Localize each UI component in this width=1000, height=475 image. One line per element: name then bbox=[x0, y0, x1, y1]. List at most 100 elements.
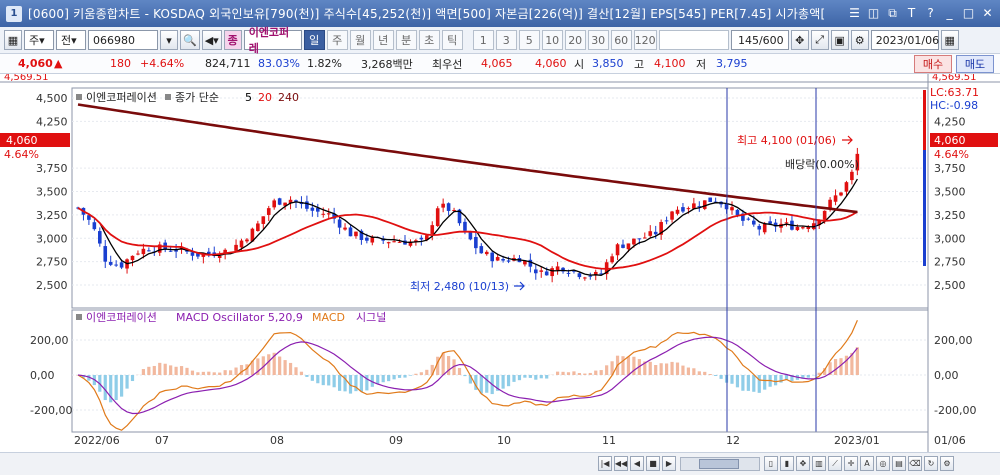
period-tick[interactable]: 틱 bbox=[441, 30, 463, 50]
menu-icon[interactable]: ☰ bbox=[846, 4, 863, 22]
candle-body bbox=[321, 213, 326, 215]
close-icon[interactable]: ✕ bbox=[979, 4, 996, 22]
buy-button[interactable]: 매수 bbox=[914, 55, 952, 73]
macd-osc-bar bbox=[338, 375, 342, 391]
count-field[interactable]: 145/600 bbox=[730, 30, 789, 50]
first-page-icon[interactable]: |◀ bbox=[598, 456, 612, 471]
period-second[interactable]: 초 bbox=[418, 30, 440, 50]
period-day[interactable]: 일 bbox=[303, 30, 325, 50]
period-year[interactable]: 년 bbox=[372, 30, 394, 50]
chart-area[interactable]: 4,569.51 4,569.51 4,500 4,250 3,750 3,500 3,… bbox=[0, 72, 1000, 454]
zoom-in-icon[interactable]: ▮ bbox=[780, 456, 794, 471]
quote-info-row: 4,060 ▲ 180 +4.64% 824,711 83.03% 1.82% … bbox=[0, 54, 1000, 74]
help-icon[interactable]: ? bbox=[922, 4, 939, 22]
minute-120[interactable]: 120 bbox=[633, 30, 657, 50]
grid-icon[interactable]: ▦ bbox=[4, 30, 22, 50]
range-select[interactable]: 전 ▾ bbox=[56, 30, 86, 50]
pan-icon[interactable]: ✥ bbox=[796, 456, 810, 471]
speaker-icon[interactable]: ◀▾ bbox=[201, 30, 222, 50]
save-icon[interactable]: ▣ bbox=[830, 30, 849, 50]
next-icon[interactable]: ▶ bbox=[662, 456, 676, 471]
custom-period-input[interactable] bbox=[658, 30, 729, 50]
bar-chart-icon[interactable]: ▥ bbox=[812, 456, 826, 471]
chart-svg[interactable]: 4,569.51 4,569.51 4,5004,2503,7503,5003,… bbox=[0, 72, 1000, 454]
refresh-icon[interactable]: ↻ bbox=[924, 456, 938, 471]
period-week[interactable]: 주 bbox=[326, 30, 348, 50]
macd-osc-bar bbox=[708, 374, 712, 375]
market-select[interactable]: 주 ▾ bbox=[24, 30, 54, 50]
candle-body bbox=[539, 270, 544, 272]
period-minute[interactable]: 분 bbox=[395, 30, 417, 50]
macd-osc-bar bbox=[414, 373, 418, 375]
candle-body bbox=[632, 238, 636, 245]
bid-price: 4,060 bbox=[535, 57, 567, 70]
high-annotation: 최고 4,100 (01/06) bbox=[737, 134, 836, 147]
price-right-tick: 3,000 bbox=[934, 232, 966, 245]
prev-icon[interactable]: ◀ bbox=[630, 456, 644, 471]
minimize-icon[interactable]: _ bbox=[941, 4, 958, 22]
minute-10[interactable]: 10 bbox=[541, 30, 563, 50]
minute-1[interactable]: 1 bbox=[472, 30, 494, 50]
maximize-icon[interactable]: □ bbox=[960, 4, 977, 22]
zoom-icon[interactable]: ⤢ bbox=[810, 30, 829, 50]
macd-osc-bar bbox=[501, 375, 505, 389]
minute-20[interactable]: 20 bbox=[564, 30, 586, 50]
candle-body bbox=[615, 244, 620, 256]
zoom-out-icon[interactable]: ▯ bbox=[764, 456, 778, 471]
minute-3[interactable]: 3 bbox=[495, 30, 517, 50]
macd-osc-bar bbox=[103, 375, 107, 401]
candle-body bbox=[277, 198, 282, 205]
date-field[interactable]: 2023/01/06 bbox=[870, 30, 939, 50]
split-icon[interactable]: ◫ bbox=[865, 4, 882, 22]
candle-body bbox=[768, 221, 772, 224]
text-icon[interactable]: T bbox=[903, 4, 920, 22]
candle-body bbox=[752, 220, 756, 225]
high-price: 4,100 bbox=[654, 57, 686, 70]
dropdown-icon[interactable]: ▾ bbox=[160, 30, 178, 50]
macd-osc-bar bbox=[681, 365, 685, 375]
candle-body bbox=[430, 225, 435, 234]
stock-code-input[interactable]: 066980 bbox=[88, 30, 158, 50]
macd-osc-bar bbox=[365, 375, 369, 391]
minute-5[interactable]: 5 bbox=[518, 30, 540, 50]
line-chart-icon[interactable]: ⟋ bbox=[828, 456, 842, 471]
sell-button[interactable]: 매도 bbox=[956, 55, 994, 73]
macd-osc-bar bbox=[125, 375, 129, 389]
preferred-stock-icon[interactable]: 종 bbox=[223, 30, 242, 50]
minute-60[interactable]: 60 bbox=[610, 30, 632, 50]
calendar-icon[interactable]: ▦ bbox=[940, 30, 959, 50]
candle-body bbox=[343, 227, 347, 230]
candle-body bbox=[664, 220, 669, 222]
horizontal-scrollbar[interactable] bbox=[680, 457, 760, 471]
candle-body bbox=[419, 237, 424, 240]
gear-icon[interactable]: ⚙ bbox=[850, 30, 869, 50]
candle-body bbox=[365, 237, 369, 241]
magnet-icon[interactable]: ◎ bbox=[876, 456, 890, 471]
prev-fast-icon[interactable]: ◀◀ bbox=[614, 456, 628, 471]
macd-osc-bar bbox=[506, 375, 511, 387]
macd-osc-bar bbox=[185, 367, 189, 375]
scroll-thumb[interactable] bbox=[699, 459, 739, 469]
minute-30[interactable]: 30 bbox=[587, 30, 609, 50]
candle-body bbox=[136, 253, 140, 255]
stop-icon[interactable]: ■ bbox=[646, 456, 660, 471]
lc-label: LC:63.71 bbox=[930, 86, 979, 99]
print-icon[interactable]: ▤ bbox=[892, 456, 906, 471]
x-label-10: 10 bbox=[497, 434, 511, 447]
chart-tool-icon[interactable]: ✥ bbox=[790, 30, 809, 50]
x-label-2022-06: 2022/06 bbox=[74, 434, 120, 447]
ask-price: 4,065 bbox=[481, 57, 513, 70]
candle-body bbox=[108, 261, 113, 265]
app-number-icon[interactable]: 1 bbox=[6, 5, 22, 22]
candle-body bbox=[386, 242, 391, 244]
settings-icon[interactable]: ⚙ bbox=[940, 456, 954, 471]
macd-osc-bar bbox=[408, 375, 413, 376]
search-icon[interactable]: 🔍 bbox=[180, 30, 200, 50]
macd-osc-bar bbox=[545, 375, 549, 379]
crosshair-icon[interactable]: ✛ bbox=[844, 456, 858, 471]
text-tool-icon[interactable]: A bbox=[860, 456, 874, 471]
macd-osc-bar bbox=[479, 375, 483, 394]
eraser-icon[interactable]: ⌫ bbox=[908, 456, 922, 471]
period-month[interactable]: 월 bbox=[349, 30, 371, 50]
restore-layout-icon[interactable]: ⧉ bbox=[884, 4, 901, 22]
